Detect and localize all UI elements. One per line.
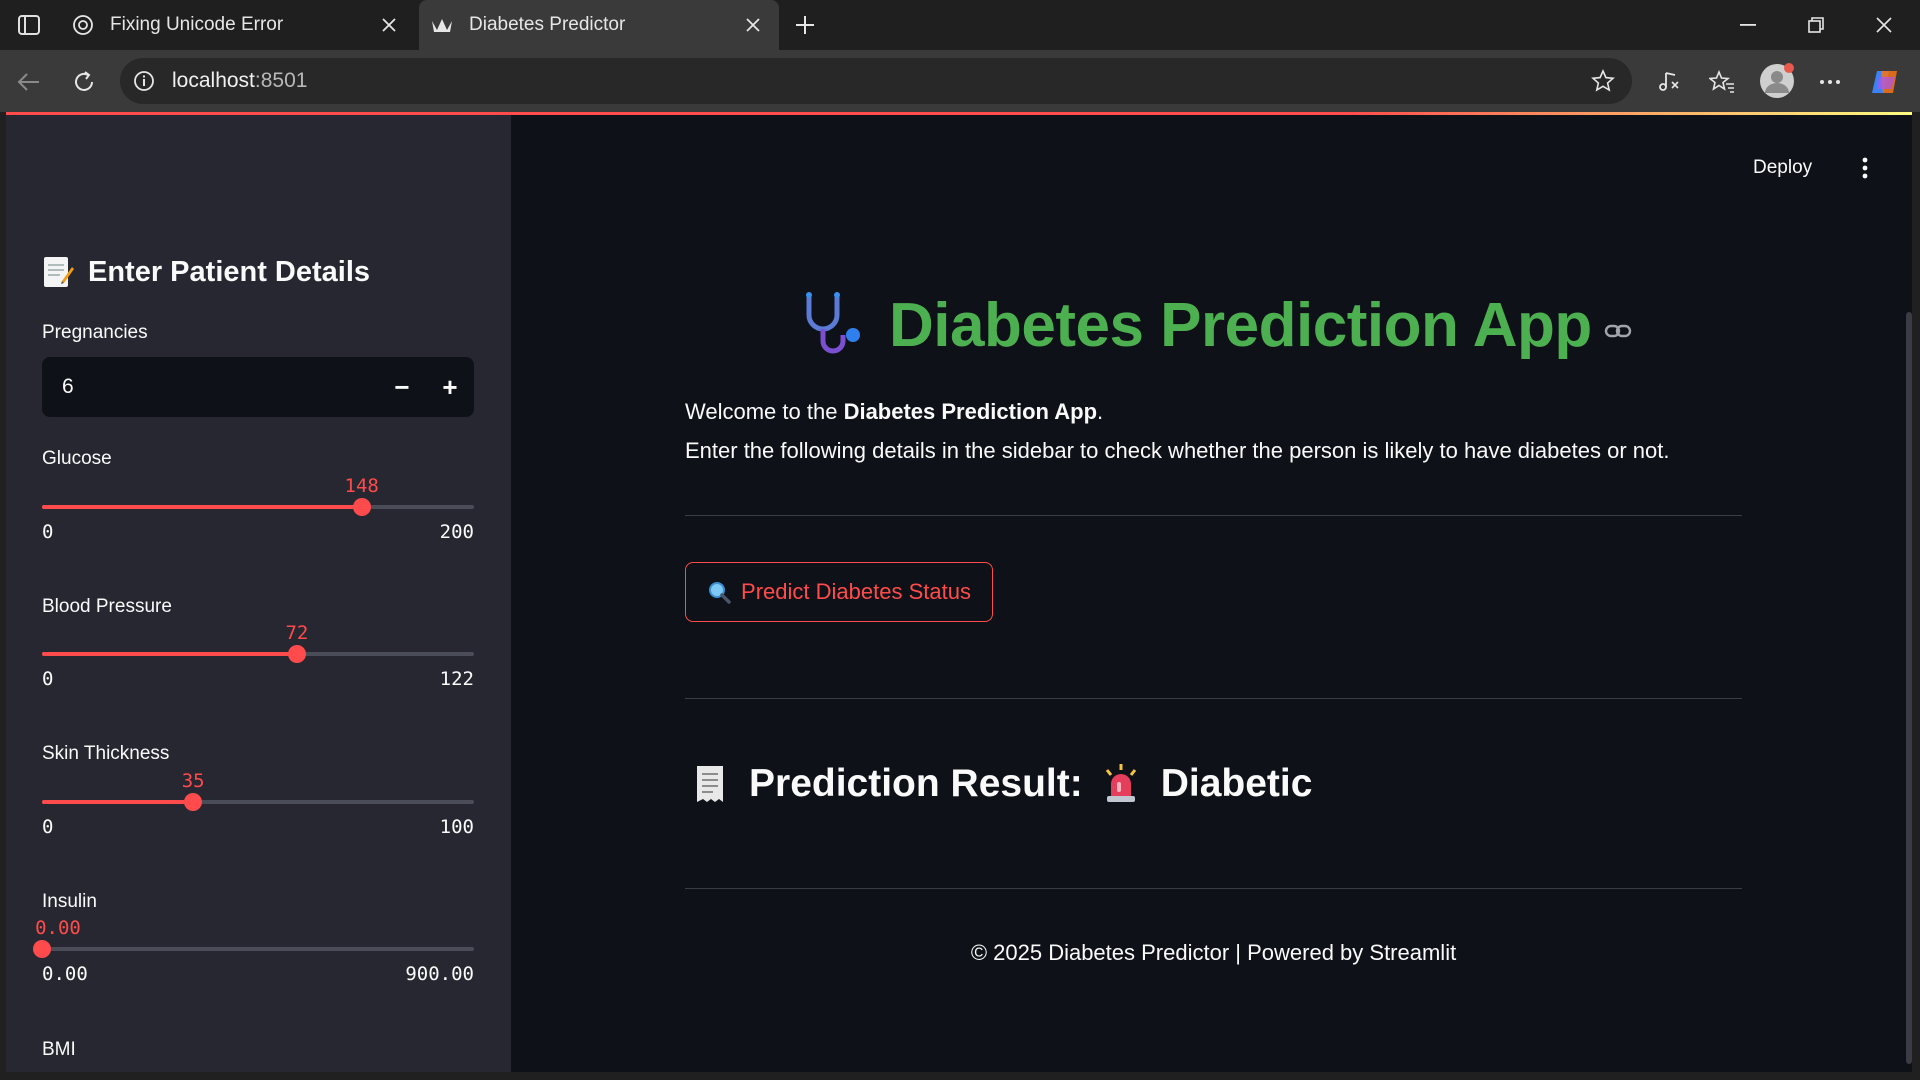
glucose-slider[interactable]: 148 0 200 [42,475,474,545]
blood-pressure-slider[interactable]: 72 0 122 [42,622,474,692]
slider-thumb[interactable] [184,793,203,811]
skin-thickness-label: Skin Thickness [42,743,170,764]
close-icon[interactable] [741,13,765,37]
tab-title: Diabetes Predictor [469,14,626,35]
tab-title: Fixing Unicode Error [110,14,284,35]
page-title-row: Diabetes Prediction App [801,290,1632,361]
slider-value: 0.00 [35,917,81,939]
intro-line-2: Enter the following details in the sideb… [685,438,1670,463]
intro-bold: Diabetes Prediction App [843,399,1098,424]
pregnancies-value[interactable]: 6 [42,375,378,399]
sidebar: Enter Patient Details Pregnancies 6 − + … [6,115,511,1072]
back-icon[interactable] [12,65,46,99]
insulin-label: Insulin [42,891,97,912]
address-bar[interactable]: localhost:8501 [120,58,1632,104]
intro-line-1: Welcome to the Diabetes Prediction App. [685,392,1669,431]
glucose-label: Glucose [42,448,112,469]
url-host: localhost [172,69,255,92]
stethoscope-icon [806,291,860,353]
siren-icon [1105,764,1136,802]
slider-min: 0.00 [42,963,88,985]
page-viewport: Enter Patient Details Pregnancies 6 − + … [6,112,1912,1072]
restore-icon[interactable] [1794,10,1838,40]
refresh-icon[interactable] [67,65,101,99]
minimize-icon[interactable] [1726,10,1770,40]
main-content: Deploy Diabetes Prediction App Welcome t… [511,115,1912,1072]
prediction-result: Prediction Result: Diabetic [691,762,1312,806]
slider-min: 0 [42,816,54,838]
bmi-label: BMI [42,1039,76,1060]
site-info-icon[interactable] [132,69,156,93]
browser-titlebar: Fixing Unicode Error Diabetes Predictor [0,0,1920,50]
page-title: Diabetes Prediction App [889,291,1592,360]
openai-icon [72,14,94,36]
increment-button[interactable]: + [426,357,474,417]
page-scrollbar[interactable] [1906,312,1912,1064]
profile-avatar-icon[interactable] [1758,62,1796,100]
footer: © 2025 Diabetes Predictor | Powered by S… [970,940,1457,965]
slider-value: 148 [344,475,379,497]
slider-thumb[interactable] [287,645,306,663]
slider-max: 122 [439,668,474,690]
tab-diabetes-predictor[interactable]: Diabetes Predictor [419,0,779,50]
memo-icon [44,257,74,287]
deploy-button[interactable]: Deploy [1753,157,1812,179]
slider-value: 72 [285,622,309,644]
receipt-icon [697,766,723,802]
intro-text: Welcome to the Diabetes Prediction App. … [685,392,1669,470]
divider [685,515,1742,516]
link-icon[interactable] [1604,321,1632,341]
predict-button-label: Predict Diabetes Status [741,579,971,604]
slider-value: 35 [181,770,205,792]
result-value: Diabetic [1160,762,1313,805]
magnifier-icon [709,582,731,604]
window-close-icon[interactable] [1862,10,1906,40]
decrement-button[interactable]: − [378,357,426,417]
slider-thumb[interactable] [352,498,371,516]
slider-fill [42,652,297,656]
blood-pressure-label: Blood Pressure [42,596,172,617]
sidebar-header-text: Enter Patient Details [88,255,371,288]
slider-track[interactable] [42,947,474,951]
insulin-slider[interactable]: 0.00 0.00 900.00 [33,917,474,987]
result-label: Prediction Result: [749,762,1083,805]
slider-min: 0 [42,521,54,543]
favorite-star-icon[interactable] [1588,66,1618,96]
tab-fixing-unicode-error[interactable]: Fixing Unicode Error [60,0,415,50]
predict-button[interactable]: Predict Diabetes Status [685,562,993,622]
main-menu-icon[interactable] [1852,153,1878,183]
slider-fill [42,505,362,509]
favorites-icon[interactable] [1705,65,1739,99]
slider-fill [42,800,194,804]
browser-toolbar: localhost:8501 [0,50,1920,112]
read-aloud-icon[interactable] [1652,65,1686,99]
url-text[interactable]: localhost:8501 [172,69,1588,93]
skin-thickness-slider[interactable]: 35 0 100 [42,770,474,840]
divider [685,698,1742,699]
close-icon[interactable] [377,13,401,37]
pregnancies-input[interactable]: 6 − + [42,357,474,417]
sidebar-header: Enter Patient Details [42,255,370,289]
intro-suffix: . [1097,399,1104,424]
more-options-icon[interactable] [1813,65,1847,99]
pregnancies-label: Pregnancies [42,322,148,343]
divider [685,888,1742,889]
slider-max: 100 [439,816,474,838]
slider-max: 200 [439,521,474,543]
streamlit-icon [431,14,453,36]
copilot-icon[interactable] [1868,65,1902,99]
slider-thumb[interactable] [33,940,51,958]
slider-min: 0 [42,668,54,690]
slider-max: 900.00 [405,963,474,985]
tab-actions-icon[interactable] [14,11,44,39]
new-tab-icon[interactable] [790,10,820,40]
intro-prefix: Welcome to the [685,399,844,424]
url-port: :8501 [254,69,308,92]
